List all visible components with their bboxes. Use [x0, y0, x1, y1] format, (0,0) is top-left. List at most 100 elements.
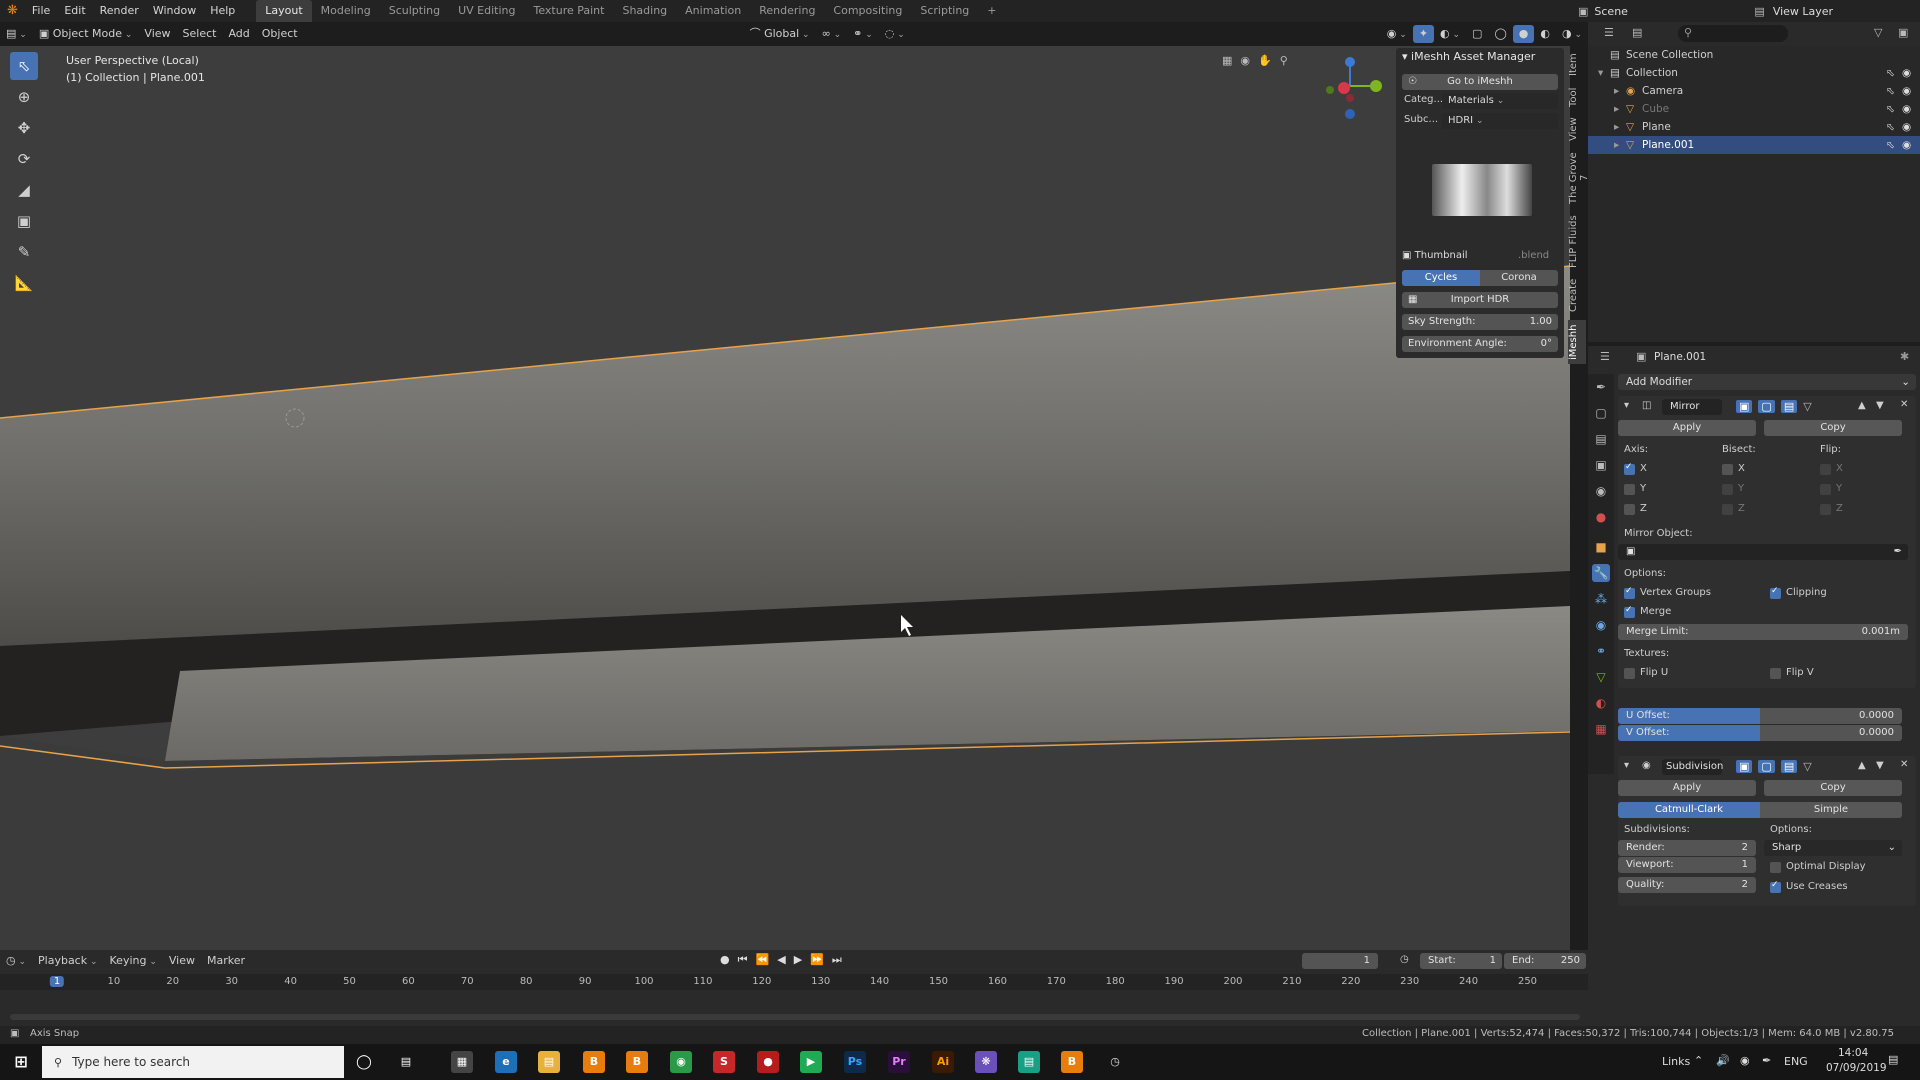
tab-uv-editing[interactable]: UV Editing [449, 0, 524, 22]
jump-end-icon[interactable]: ⏭ [832, 953, 842, 967]
environment-angle-field[interactable]: Environment Angle: 0° [1402, 336, 1558, 352]
jump-start-icon[interactable]: ⏮ [738, 953, 748, 967]
view-layer-name[interactable]: View Layer [1773, 5, 1833, 18]
quality-field[interactable]: Quality: 2 [1618, 877, 1756, 893]
playback-menu[interactable]: Playback [32, 952, 104, 970]
flip-y-checkbox[interactable] [1820, 484, 1831, 495]
side-tab-flip-fluids[interactable]: FLIP Fluids [1568, 214, 1586, 270]
tool-props-icon[interactable]: ✒ [1592, 378, 1610, 396]
mirror-copy-button[interactable]: Copy [1764, 420, 1902, 436]
thumbnail-toggle[interactable]: ▣ Thumbnail [1402, 250, 1468, 261]
sub-move-up-icon[interactable]: ▲ [1858, 760, 1866, 771]
selectable-toggle-icon[interactable]: ⬁ [1886, 82, 1895, 100]
outliner-item-camera[interactable]: ▸ ◉ Camera ⬁ ◉ [1588, 82, 1920, 100]
tab-sculpting[interactable]: Sculpting [380, 0, 449, 22]
sky-strength-field[interactable]: Sky Strength: 1.00 [1402, 314, 1558, 330]
menu-select[interactable]: Select [177, 25, 223, 43]
start-frame-field[interactable]: Start: 1 [1420, 953, 1502, 969]
scale-tool-icon[interactable]: ◢ [10, 176, 38, 204]
tab-compositing[interactable]: Compositing [824, 0, 911, 22]
expand-arrow-icon[interactable]: ▸ [1614, 82, 1619, 100]
side-tab-create[interactable]: Create [1568, 276, 1586, 314]
measure-tool-icon[interactable]: 📐 [10, 269, 38, 297]
task-view-icon[interactable]: ▤ [395, 1051, 417, 1073]
visibility-eye-icon[interactable]: ◉ [1902, 64, 1911, 82]
import-hdr-button[interactable]: ▦ Import HDR [1402, 292, 1558, 308]
material-props-icon[interactable]: ◐ [1592, 694, 1610, 712]
tray-chevron-icon[interactable]: ⌃ [1694, 1054, 1703, 1067]
flip-z-checkbox[interactable] [1820, 504, 1831, 515]
3d-viewport[interactable]: User Perspective (Local) (1) Collection … [0, 46, 1570, 950]
simple-button[interactable]: Simple [1760, 802, 1902, 818]
play-icon[interactable]: ▶ [794, 953, 802, 967]
timeline-scrollbar[interactable] [10, 1014, 1580, 1020]
sub-viewport-display-icon[interactable]: ▢ [1758, 760, 1775, 773]
selectable-toggle-icon[interactable]: ⬁ [1886, 118, 1895, 136]
blender-active-app-icon[interactable]: B [1061, 1051, 1083, 1073]
eyedropper-icon[interactable]: ✒ [1894, 544, 1902, 560]
tab-texture-paint[interactable]: Texture Paint [524, 0, 613, 22]
expand-arrow-icon[interactable]: ▾ [1598, 64, 1603, 82]
jump-keyframe-back-icon[interactable]: ⏪ [756, 953, 770, 967]
world-props-icon[interactable]: ● [1592, 508, 1610, 526]
filter-icon[interactable]: ▽ [1874, 26, 1882, 39]
app-recorder-icon[interactable]: ● [757, 1051, 779, 1073]
blender-app-2-icon[interactable]: B [626, 1051, 648, 1073]
media-player-app-icon[interactable]: ▶ [800, 1051, 822, 1073]
subdivision-apply-button[interactable]: Apply [1618, 780, 1756, 796]
wireframe-shading-icon[interactable]: ◯ [1488, 25, 1512, 43]
mirror-collapse-icon[interactable]: ▾ [1624, 400, 1629, 411]
visibility-icon[interactable]: ◉ [1381, 25, 1413, 43]
visibility-eye-icon[interactable]: ◉ [1902, 82, 1911, 100]
particles-props-icon[interactable]: ⁂ [1592, 590, 1610, 608]
object-props-icon[interactable]: ■ [1592, 538, 1610, 556]
volume-icon[interactable]: 🔊 [1716, 1054, 1730, 1067]
mirror-name-field[interactable]: Mirror [1662, 399, 1722, 415]
frame-ruler[interactable]: 1 10 20 30 40 50 60 70 80 90 100 110 120 130 140 150 160… [0, 974, 1588, 990]
chrome-app-icon[interactable]: ◉ [670, 1051, 692, 1073]
catmull-clark-button[interactable]: Catmull-Clark [1618, 802, 1760, 818]
side-tab-the-grove[interactable]: The Grove 7 [1568, 148, 1590, 208]
links-toolbar[interactable]: Links [1662, 1055, 1690, 1068]
orientation-dropdown[interactable]: ⌒ Global [744, 25, 816, 43]
menu-edit[interactable]: Edit [57, 0, 92, 22]
outliner-item-collection[interactable]: ▾ ▤ Collection ⬁ ◉ [1588, 64, 1920, 82]
notifications-icon[interactable]: ▤ [1888, 1053, 1898, 1066]
app-red-icon[interactable]: S [713, 1051, 735, 1073]
subdivision-name-field[interactable]: Subdivision [1662, 759, 1723, 775]
sub-edit-mode-icon[interactable]: ▣ [1736, 760, 1753, 773]
solid-shading-icon[interactable]: ● [1512, 25, 1535, 43]
annotate-tool-icon[interactable]: ✎ [10, 238, 38, 266]
expand-arrow-icon[interactable]: ▸ [1614, 100, 1619, 118]
pin-icon[interactable]: ✱ [1900, 350, 1909, 363]
premiere-app-icon[interactable]: Pr [888, 1051, 910, 1073]
clock-time[interactable]: 14:04 [1838, 1047, 1868, 1059]
calculator-app-icon[interactable]: ▦ [451, 1051, 473, 1073]
language-indicator[interactable]: ENG [1784, 1055, 1808, 1068]
category-select[interactable]: Materials [1442, 93, 1558, 109]
tab-rendering[interactable]: Rendering [750, 0, 824, 22]
sub-move-down-icon[interactable]: ▼ [1876, 760, 1884, 771]
subdivision-copy-button[interactable]: Copy [1764, 780, 1902, 796]
render-levels-field[interactable]: Render: 2 [1618, 840, 1756, 856]
bisect-x-checkbox[interactable] [1722, 464, 1733, 475]
render-props-icon[interactable]: ▢ [1592, 404, 1610, 422]
gizmo-toggle-icon[interactable]: ✦ [1412, 25, 1435, 43]
visibility-eye-icon[interactable]: ◉ [1902, 118, 1911, 136]
menu-add[interactable]: Add [222, 25, 255, 43]
snap-icon[interactable]: ⚭ [847, 25, 879, 43]
engine-corona-button[interactable]: Corona [1480, 270, 1558, 286]
menu-help[interactable]: Help [203, 0, 242, 22]
outliner-item-plane-001[interactable]: ▸ ▽ Plane.001 ⬁ ◉ [1588, 136, 1920, 154]
bisect-y-checkbox[interactable] [1722, 484, 1733, 495]
sub-render-display-icon[interactable]: ▤ [1780, 760, 1798, 773]
clipping-checkbox[interactable] [1770, 586, 1781, 599]
grid-toggle-icon[interactable]: ▦ [1222, 54, 1232, 84]
material-shading-icon[interactable]: ◐ [1534, 25, 1556, 43]
windows-start-icon[interactable]: ⊞ [10, 1051, 32, 1073]
merge-checkbox[interactable] [1624, 605, 1635, 618]
render-display-icon[interactable]: ▤ [1780, 400, 1798, 413]
view-layer-props-icon[interactable]: ▣ [1592, 456, 1610, 474]
subdivision-collapse-icon[interactable]: ▾ [1624, 760, 1629, 771]
sub-cage-icon[interactable]: ▽ [1803, 760, 1811, 773]
